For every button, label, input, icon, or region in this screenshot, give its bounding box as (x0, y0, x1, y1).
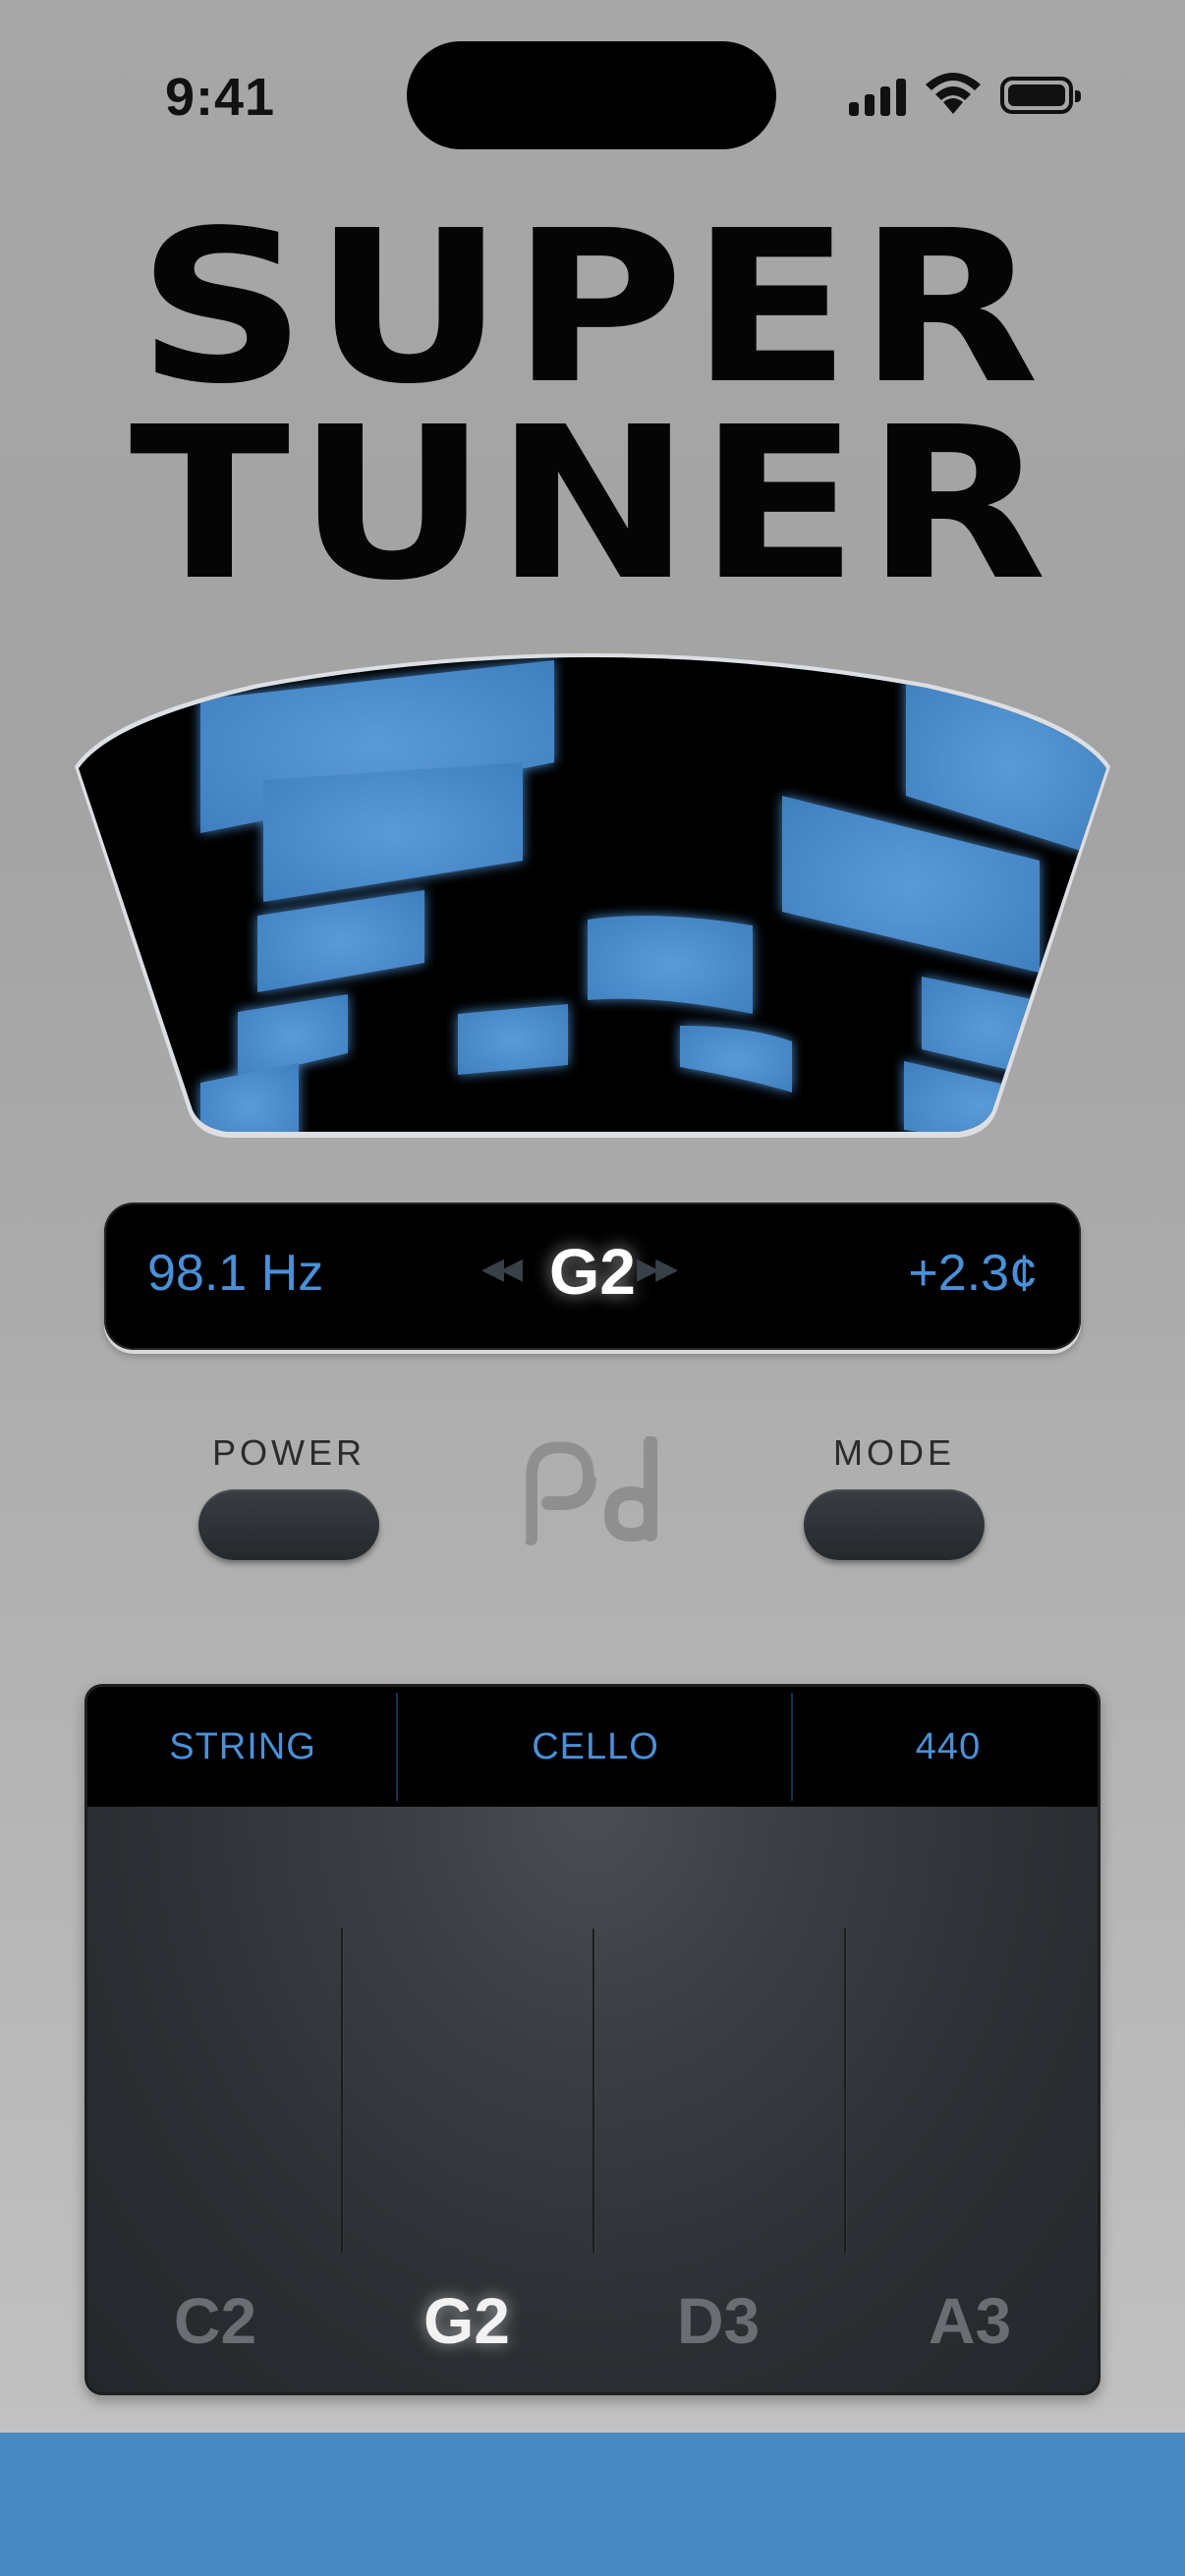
string-line (592, 1929, 594, 2253)
meter-segment (458, 1004, 568, 1075)
instrument-setting[interactable]: CELLO (398, 1687, 793, 1807)
pd-logo-icon (523, 1436, 657, 1545)
cellular-signal-icon (849, 79, 908, 116)
app-title-line2: TUNER (129, 382, 1054, 627)
tuning-meter (75, 653, 1110, 1138)
string-note-c2[interactable]: C2 (132, 2283, 299, 2358)
pitch-readout: 98.1 Hz ◀◀ G2 ▶▶ +2.3¢ (104, 1203, 1081, 1350)
power-label: POWER (211, 1432, 366, 1473)
string-line (341, 1929, 343, 2253)
string-note-d3[interactable]: D3 (635, 2283, 802, 2358)
string-note-g2[interactable]: G2 (383, 2283, 550, 2358)
cents-deviation: +2.3¢ (908, 1245, 1038, 1302)
power-button[interactable] (198, 1489, 379, 1560)
string-setting[interactable]: STRING (87, 1687, 398, 1807)
string-note-a3[interactable]: A3 (886, 2283, 1053, 2358)
string-line (844, 1929, 846, 2253)
sharp-arrows-icon: ▶▶ (637, 1253, 678, 1285)
app-title: SUPER TUNER (52, 186, 1131, 627)
status-time: 9:41 (165, 68, 276, 127)
mode-label: MODE (833, 1432, 955, 1473)
dynamic-island (407, 41, 776, 149)
bottom-bar (0, 2433, 1185, 2576)
panel-header: STRING CELLO 440 (87, 1687, 1098, 1807)
app-title-line1: SUPER (137, 186, 1046, 430)
mode-button[interactable] (804, 1489, 985, 1560)
reference-pitch-setting[interactable]: 440 (793, 1687, 1098, 1807)
wifi-icon (926, 73, 981, 114)
status-bar: 9:41 (0, 0, 1185, 196)
battery-icon (1000, 77, 1081, 114)
